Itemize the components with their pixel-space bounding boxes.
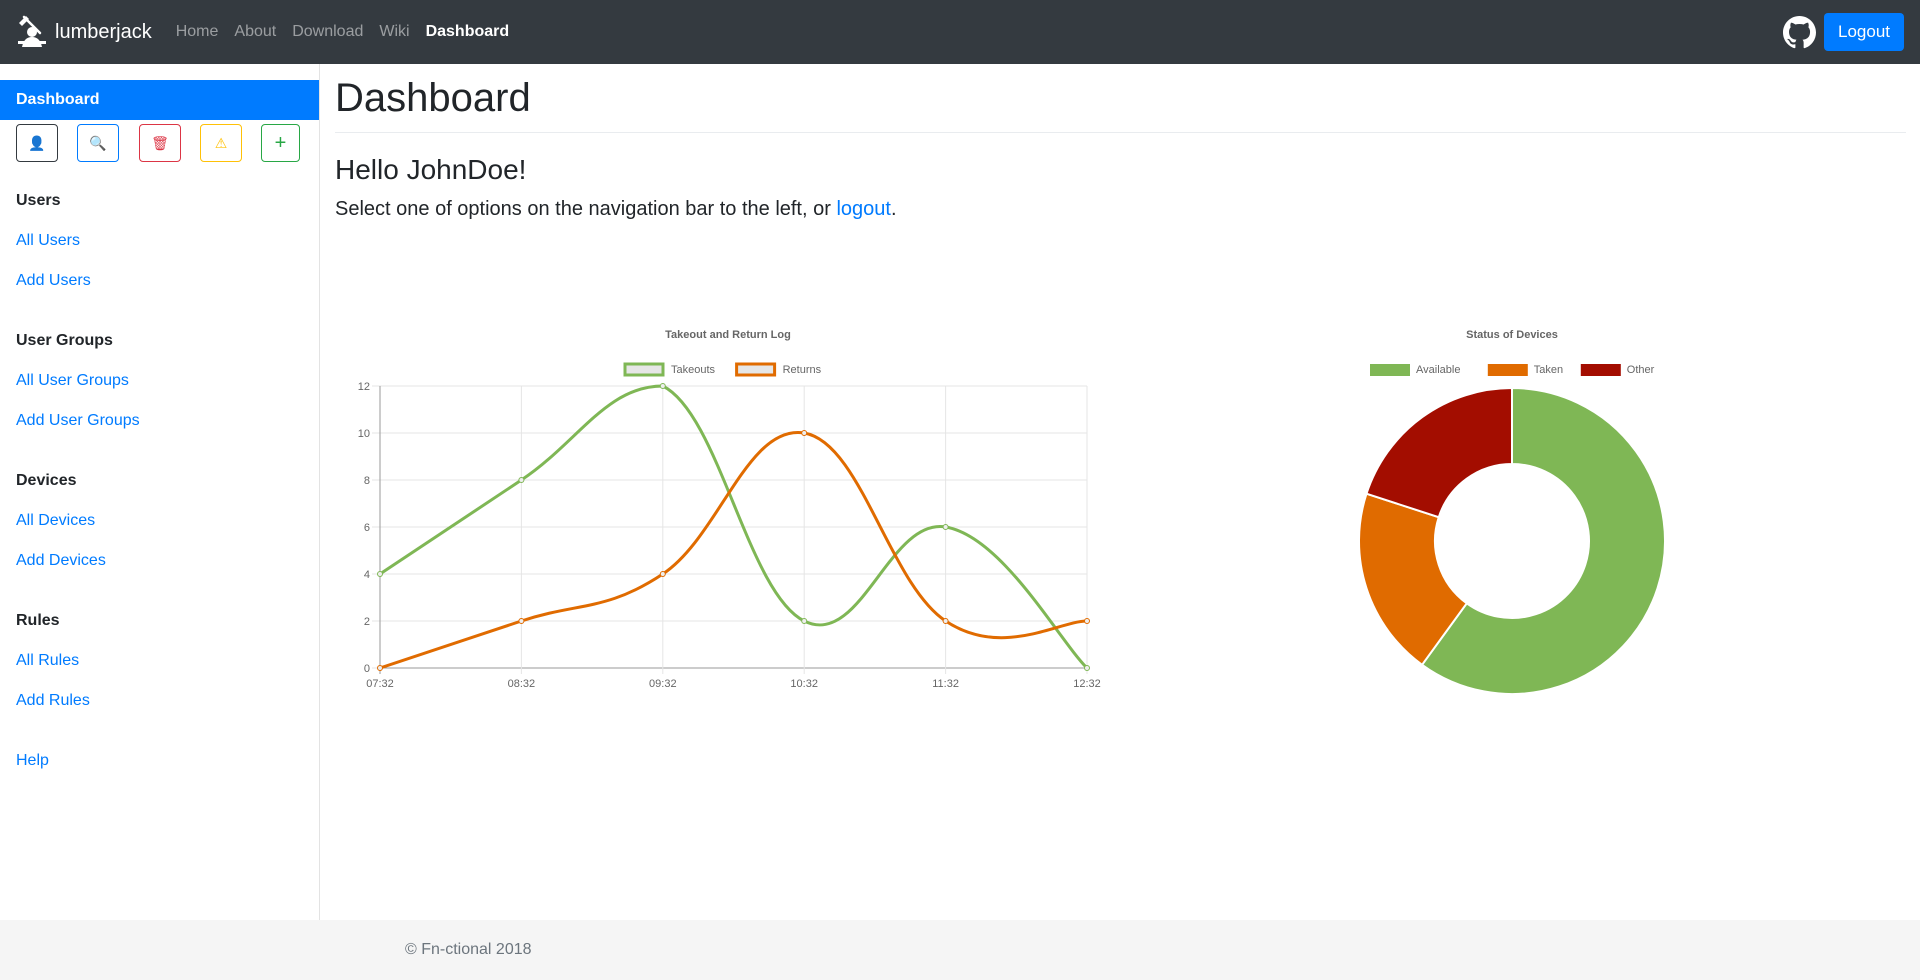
lumberjack-logo-icon	[18, 15, 46, 47]
legend-label-taken: Taken	[1534, 364, 1563, 376]
top-navbar: lumberjack Home About Download Wiki Dash…	[0, 0, 1920, 64]
legend-swatch-taken	[1487, 364, 1528, 376]
logout-button[interactable]: Logout	[1824, 13, 1904, 51]
data-point-takeouts	[659, 383, 666, 389]
data-point-returns	[801, 430, 808, 436]
device-status-doughnut-chart: Status of Devices Available Taken Other	[1358, 329, 1666, 695]
legend-swatch-other	[1580, 364, 1621, 376]
sidebar-item-all-devices[interactable]: All Devices	[16, 512, 95, 530]
legend-label-other: Other	[1627, 364, 1655, 376]
sidebar-heading-user-groups: User Groups	[16, 332, 113, 349]
data-point-returns	[377, 665, 383, 671]
trash-icon[interactable]: 🗑	[139, 124, 181, 162]
data-point-takeouts	[942, 524, 949, 530]
greeting: Hello JohnDoe!	[335, 154, 527, 185]
y-tick-label: 8	[364, 475, 370, 487]
navbar-right: Logout	[1783, 13, 1904, 51]
data-point-takeouts	[377, 571, 383, 577]
sidebar-item-all-user-groups[interactable]: All User Groups	[16, 372, 129, 390]
sidebar: Dashboard 👤 🔍 🗑 ⚠ + Users All Users Add …	[0, 64, 320, 920]
slice-other	[1365, 386, 1513, 519]
lead-text: Select one of options on the navigation …	[335, 198, 897, 221]
footer-copyright: © Fn-ctional 2018	[405, 941, 532, 958]
legend-label-available: Available	[1416, 364, 1460, 376]
legend-swatch-returns	[735, 362, 777, 377]
nav-wiki[interactable]: Wiki	[379, 23, 409, 41]
github-icon[interactable]	[1783, 15, 1816, 49]
legend-label-takeouts: Takeouts	[671, 364, 716, 376]
chart-title: Takeout and Return Log	[665, 329, 791, 341]
x-tick-label: 09:32	[649, 678, 677, 690]
sidebar-heading-users: Users	[16, 192, 61, 209]
sidebar-item-add-user-groups[interactable]: Add User Groups	[16, 412, 140, 430]
lead-text-after: .	[890, 198, 897, 220]
nav-about[interactable]: About	[234, 23, 276, 41]
y-tick-label: 4	[364, 569, 370, 581]
sidebar-heading-devices: Devices	[16, 472, 77, 489]
user-icon[interactable]: 👤	[16, 124, 58, 162]
quick-actions: 👤 🔍 🗑 ⚠ +	[16, 124, 300, 162]
legend-swatch-available	[1370, 364, 1410, 376]
legend-swatch-takeouts	[623, 362, 665, 377]
data-point-takeouts	[801, 618, 808, 624]
x-tick-label: 10:32	[790, 678, 818, 690]
data-point-returns	[518, 618, 525, 624]
data-point-takeouts	[1084, 665, 1090, 671]
sidebar-item-all-users[interactable]: All Users	[16, 232, 80, 250]
x-tick-label: 07:32	[366, 678, 394, 690]
takeout-return-line-chart: Takeout and Return Log Takeouts Returns 0 2 4…	[358, 329, 1101, 690]
sidebar-item-add-users[interactable]: Add Users	[16, 272, 91, 290]
x-tick-label: 11:32	[932, 678, 959, 690]
plus-icon[interactable]: +	[261, 124, 300, 162]
sidebar-item-add-rules[interactable]: Add Rules	[16, 692, 90, 710]
series-line-returns	[379, 431, 1088, 670]
legend-label-returns: Returns	[783, 364, 822, 376]
x-tick-label: 08:32	[508, 678, 536, 690]
y-tick-label: 2	[364, 616, 370, 628]
title-divider	[335, 132, 1906, 133]
lead-text-before: Select one of options on the navigation …	[335, 198, 837, 220]
logout-link[interactable]: logout	[836, 198, 891, 220]
sidebar-item-all-rules[interactable]: All Rules	[16, 652, 79, 670]
y-tick-label: 10	[358, 428, 370, 440]
page-title: Dashboard	[335, 76, 531, 120]
nav-download[interactable]: Download	[292, 23, 363, 41]
sidebar-heading-rules: Rules	[16, 612, 60, 629]
nav-dashboard[interactable]: Dashboard	[426, 23, 510, 41]
data-point-returns	[659, 571, 666, 577]
sidebar-item-help[interactable]: Help	[16, 752, 49, 770]
y-tick-label: 12	[358, 381, 370, 393]
footer: © Fn-ctional 2018	[0, 920, 1920, 980]
data-point-returns	[1084, 618, 1090, 624]
y-tick-label: 0	[364, 663, 370, 675]
brand-name[interactable]: lumberjack	[55, 21, 152, 44]
sidebar-item-dashboard[interactable]: Dashboard	[0, 80, 319, 120]
sidebar-item-add-devices[interactable]: Add Devices	[16, 552, 106, 570]
data-point-returns	[942, 618, 949, 624]
x-tick-label: 12:32	[1073, 678, 1101, 690]
chart-title: Status of Devices	[1466, 329, 1558, 341]
search-icon[interactable]: 🔍	[77, 124, 119, 162]
data-point-takeouts	[518, 477, 525, 483]
warning-icon[interactable]: ⚠	[200, 124, 242, 162]
y-tick-label: 6	[364, 522, 370, 534]
nav-home[interactable]: Home	[176, 23, 219, 41]
brand[interactable]: lumberjack	[16, 15, 152, 49]
